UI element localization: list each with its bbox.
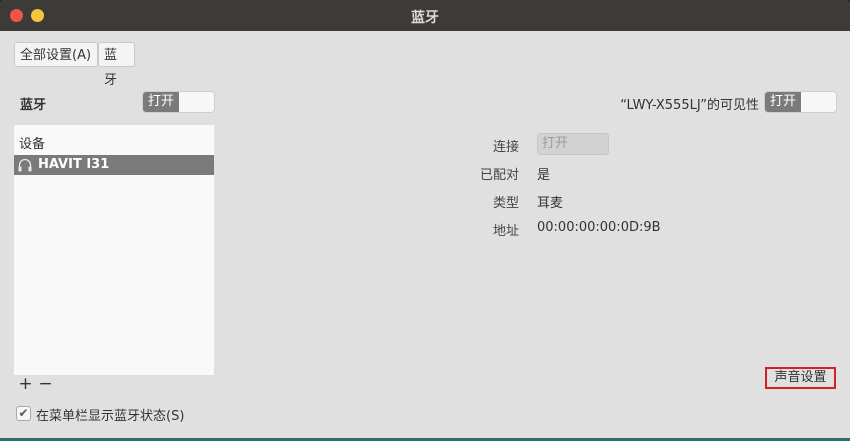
device-list-toolbar: + − (14, 376, 54, 396)
headphones-icon (18, 158, 32, 172)
bluetooth-label: 蓝牙 (20, 98, 47, 113)
device-list[interactable]: 设备 HAVIT I31 (14, 125, 214, 375)
address-label: 地址 (492, 224, 519, 239)
visibility-toggle-on-label: 打开 (765, 92, 801, 112)
type-label: 类型 (492, 196, 519, 211)
show-in-menubar-label[interactable]: 在菜单栏显示蓝牙状态(S) (36, 405, 184, 424)
visibility-label: “LWY-X555LJ”的可见性 (620, 98, 759, 113)
titlebar[interactable]: 蓝牙 (0, 0, 850, 31)
breadcrumb-bluetooth[interactable]: 蓝牙 (98, 42, 135, 88)
paired-label: 已配对 (479, 168, 519, 183)
all-settings-button[interactable]: 全部设置(A) (14, 42, 98, 67)
connection-switch[interactable]: 打开 (537, 133, 609, 155)
visibility-toggle[interactable]: 打开 (764, 91, 837, 113)
sound-settings-button[interactable]: 声音设置 (765, 367, 836, 389)
device-item-havit-i31[interactable]: HAVIT I31 (14, 155, 214, 175)
device-list-header: 设备 (19, 137, 46, 152)
window-title: 蓝牙 (411, 10, 439, 26)
remove-device-button[interactable]: − (36, 376, 55, 395)
bluetooth-toggle[interactable]: 打开 (142, 91, 215, 113)
connection-label: 连接 (492, 140, 519, 155)
show-in-menubar-checkbox[interactable]: ✔ (16, 406, 31, 421)
device-name: HAVIT I31 (38, 157, 110, 172)
add-device-button[interactable]: + (16, 376, 35, 395)
type-value: 耳麦 (537, 196, 564, 211)
paired-value: 是 (537, 168, 551, 183)
bluetooth-settings-window: 蓝牙 全部设置(A) 蓝牙 蓝牙 打开 “LWY-X555LJ”的可见性 打开 … (0, 0, 850, 441)
address-value: 00:00:00:00:0D:9B (537, 220, 661, 235)
bluetooth-toggle-on-label: 打开 (143, 92, 179, 112)
